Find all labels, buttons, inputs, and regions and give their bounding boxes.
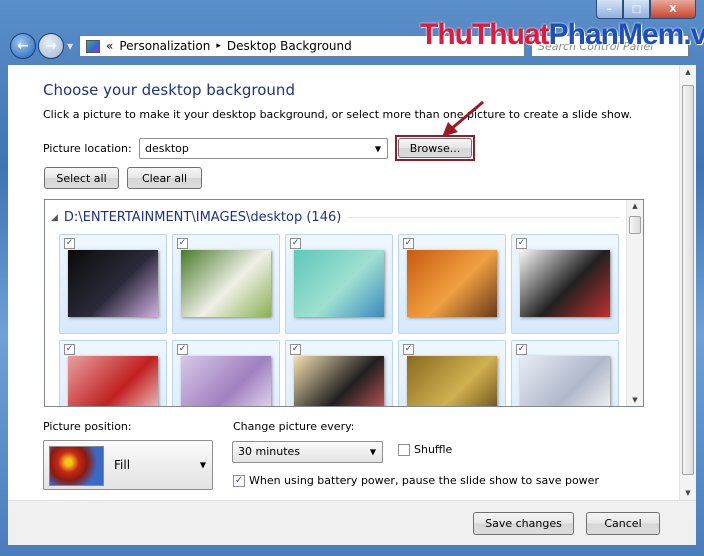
change-every-label: Change picture every: [233,420,355,433]
thumbnail-checkbox[interactable]: ✓ [64,238,75,249]
forward-button[interactable]: → [38,33,64,59]
maximize-button[interactable]: □ [623,0,650,19]
chevron-down-icon: ▼ [369,447,376,457]
watermark-logo: ThuThuatPhanMem.vn [420,18,704,51]
picture-position-label: Picture position: [43,420,132,433]
thumbnail-image [294,250,384,317]
picture-thumbnail[interactable]: ✓ [398,234,506,334]
shuffle-label: Shuffle [414,443,453,456]
picture-thumbnail[interactable]: ✓ [285,340,393,406]
content-pane: Choose your desktop background Click a p… [8,65,696,500]
clear-all-button[interactable]: Clear all [127,167,202,189]
footer-bar: Save changes Cancel [8,500,696,545]
thumbnail-checkbox[interactable]: ✓ [403,344,414,355]
gallery-scroll-thumb[interactable] [629,216,641,234]
thumbnail-checkbox[interactable]: ✓ [290,344,301,355]
picture-thumbnail[interactable]: ✓ [59,340,167,406]
cancel-button[interactable]: Cancel [586,512,660,535]
thumbnail-checkbox[interactable]: ✓ [516,238,527,249]
page-scrollbar[interactable]: ▲ ▼ [679,65,696,500]
window-controls: – □ X [596,0,696,19]
change-every-select[interactable]: 30 minutes ▼ [232,441,383,463]
picture-thumbnail[interactable]: ✓ [511,234,619,334]
battery-check[interactable]: ✓ [233,475,245,487]
picture-thumbnail[interactable]: ✓ [172,234,280,334]
chevron-down-icon: ▼ [374,144,381,153]
picture-thumbnail[interactable]: ✓ [59,234,167,334]
page-description: Click a picture to make it your desktop … [43,108,633,121]
thumbnail-checkbox[interactable]: ✓ [177,238,188,249]
picture-position-value: Fill [114,458,131,472]
gallery-group-header[interactable]: ◢ D:\ENTERTAINMENT\IMAGES\desktop (146) [51,210,621,225]
select-all-button[interactable]: Select all [44,167,119,189]
save-changes-button[interactable]: Save changes [473,512,574,535]
picture-thumbnail[interactable]: ✓ [285,234,393,334]
recent-pages-dropdown-icon[interactable]: ▼ [67,42,73,51]
back-button[interactable]: ← [10,33,36,59]
picture-thumbnail[interactable]: ✓ [398,340,506,406]
picture-location-value: desktop [145,142,189,155]
thumbnail-image [68,250,158,317]
collapse-icon[interactable]: ◢ [51,213,58,223]
close-button[interactable]: X [650,0,696,19]
shuffle-checkbox[interactable]: Shuffle [398,443,452,456]
thumbnail-image [407,356,497,406]
thumbnail-checkbox[interactable]: ✓ [290,238,301,249]
picture-position-select[interactable]: Fill ▼ [43,440,213,490]
change-every-value: 30 minutes [238,445,301,458]
thumbnail-image [181,356,271,406]
thumbnail-image [294,356,384,406]
picture-location-select[interactable]: desktop ▼ [139,138,388,159]
battery-checkbox[interactable]: ✓ When using battery power, pause the sli… [233,474,599,487]
position-preview-icon [49,446,104,486]
address-prefix[interactable]: « [106,39,113,53]
breadcrumb-personalization[interactable]: Personalization [119,39,210,53]
breadcrumb-separator[interactable]: ▸ [216,41,221,51]
shuffle-check[interactable] [398,444,410,456]
picture-thumbnail[interactable]: ✓ [511,340,619,406]
thumbnail-checkbox[interactable]: ✓ [177,344,188,355]
picture-gallery[interactable]: ◢ D:\ENTERTAINMENT\IMAGES\desktop (146) ✓… [44,199,644,407]
thumbnail-image [407,250,497,317]
folder-path: D:\ENTERTAINMENT\IMAGES\desktop (146) [63,210,342,225]
thumbnail-checkbox[interactable]: ✓ [64,344,75,355]
thumbnail-image [520,356,610,406]
battery-label: When using battery power, pause the slid… [249,474,599,487]
picture-thumbnail[interactable]: ✓ [172,340,280,406]
breadcrumb-desktop-background[interactable]: Desktop Background [227,39,352,53]
nav-buttons: ← → ▼ [10,33,73,59]
control-panel-icon [86,39,100,53]
chevron-down-icon: ▼ [199,460,206,470]
thumbnail-checkbox[interactable]: ✓ [403,238,414,249]
page-scroll-thumb[interactable] [682,85,694,475]
thumbnail-image [181,250,271,317]
browse-button[interactable]: Browse... [398,138,472,158]
gallery-scrollbar[interactable]: ▲ ▼ [626,200,643,406]
thumbnail-checkbox[interactable]: ✓ [516,344,527,355]
picture-location-label: Picture location: [43,142,132,155]
page-title: Choose your desktop background [43,81,295,99]
thumbnail-image [68,356,158,406]
annotation-arrow-icon [442,100,484,137]
minimize-button[interactable]: – [596,0,623,19]
thumbnail-image [520,250,610,317]
